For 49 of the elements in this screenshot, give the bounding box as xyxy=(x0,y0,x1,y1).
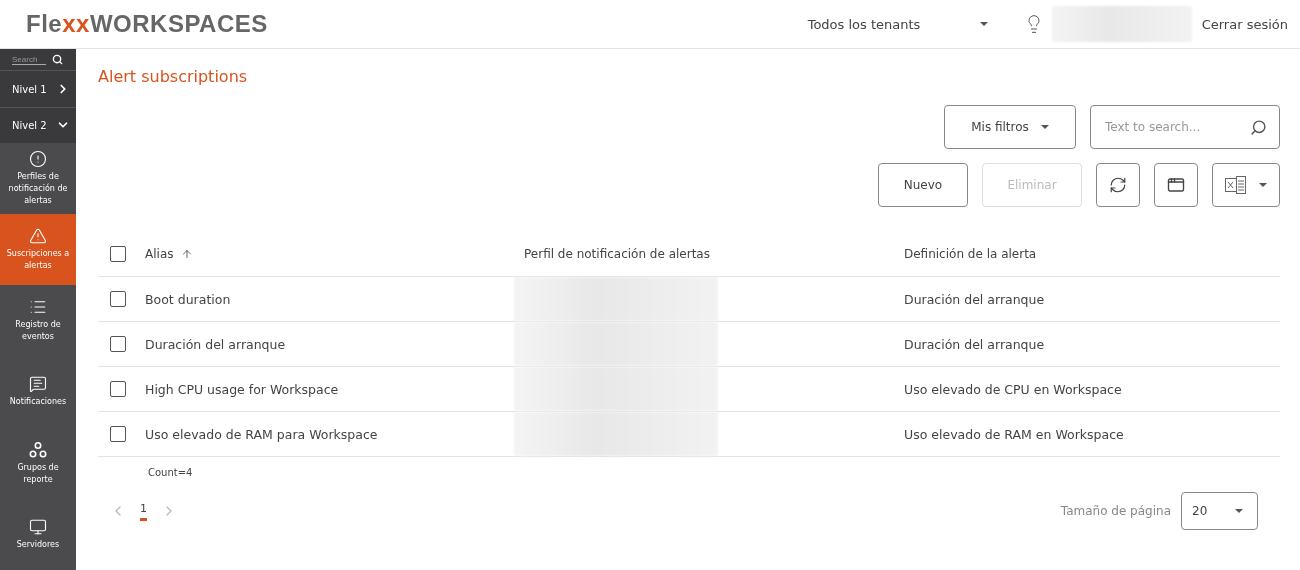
page-number[interactable]: 1 xyxy=(140,501,147,521)
refresh-button[interactable] xyxy=(1096,163,1140,207)
sidebar-item[interactable]: Registro de eventos xyxy=(0,285,76,357)
sidebar-item[interactable]: Grupos de reporte xyxy=(0,427,76,499)
search-icon[interactable] xyxy=(52,54,63,66)
table-cell-text: Uso elevado de RAM para Workspace xyxy=(145,426,379,442)
table-cell-text: Uso elevado de RAM en Workspace xyxy=(904,426,1125,442)
window-icon xyxy=(1167,176,1185,194)
row-checkbox[interactable] xyxy=(110,336,126,352)
toolbar-button[interactable]: Nuevo xyxy=(878,163,968,207)
page-size-select[interactable]: 20 xyxy=(1181,492,1258,530)
warning-triangle-icon xyxy=(29,227,47,246)
table-cell-text: Duración del arranque xyxy=(904,336,1046,352)
column-header[interactable]: Perfil de notificación de alertas xyxy=(524,247,904,261)
window-button[interactable] xyxy=(1154,163,1198,207)
sidebar-item[interactable]: Suscripciones a alertas xyxy=(0,213,76,286)
sidebar-item[interactable]: Perfiles de notificación de alertas xyxy=(0,142,76,214)
table-cell-text: High CPU usage for Workspace xyxy=(145,381,340,397)
flexx-logo: FlexxWORKSPACES xyxy=(26,10,268,38)
page-title: Alert subscriptions xyxy=(98,67,249,86)
column-header[interactable]: Alias xyxy=(145,247,524,261)
page-size-label: Tamaño de página xyxy=(1060,504,1171,518)
circles-icon xyxy=(29,440,47,459)
search-icon[interactable] xyxy=(1250,118,1267,136)
table-cell-text: Duración del arranque xyxy=(904,291,1046,307)
table-cell-text: Duración del arranque xyxy=(145,336,287,352)
sidebar-level[interactable]: Nivel 1 xyxy=(0,70,76,107)
select-all-checkbox[interactable] xyxy=(110,246,126,262)
alert-circle-icon xyxy=(29,149,47,168)
excel-export-button[interactable] xyxy=(1212,163,1280,207)
table-cell-text: Uso elevado de CPU en Workspace xyxy=(904,381,1123,397)
row-checkbox[interactable] xyxy=(110,426,126,442)
sidebar-item[interactable]: Notificaciones xyxy=(0,356,76,428)
column-header[interactable]: Definición de la alerta xyxy=(904,247,1280,261)
tenant-select[interactable]: Todos los tenants xyxy=(807,16,988,32)
monitor-icon xyxy=(29,517,47,536)
message-icon xyxy=(29,375,47,394)
search-field[interactable]: Text to search... xyxy=(1090,105,1280,149)
sort-up-icon xyxy=(181,248,194,260)
row-count: Count=4 xyxy=(148,467,194,478)
filters-dropdown[interactable]: Mis filtros xyxy=(944,105,1076,149)
row-checkbox[interactable] xyxy=(110,381,126,397)
spreadsheet-icon xyxy=(1225,176,1247,194)
logout-link[interactable]: Cerrar sesión xyxy=(1201,16,1288,32)
sidebar-level[interactable]: Nivel 2 xyxy=(0,106,76,143)
refresh-icon xyxy=(1109,176,1127,194)
sidebar-item[interactable]: Servidores xyxy=(0,498,76,570)
row-checkbox[interactable] xyxy=(110,291,126,307)
table-cell-text: Boot duration xyxy=(145,291,232,307)
